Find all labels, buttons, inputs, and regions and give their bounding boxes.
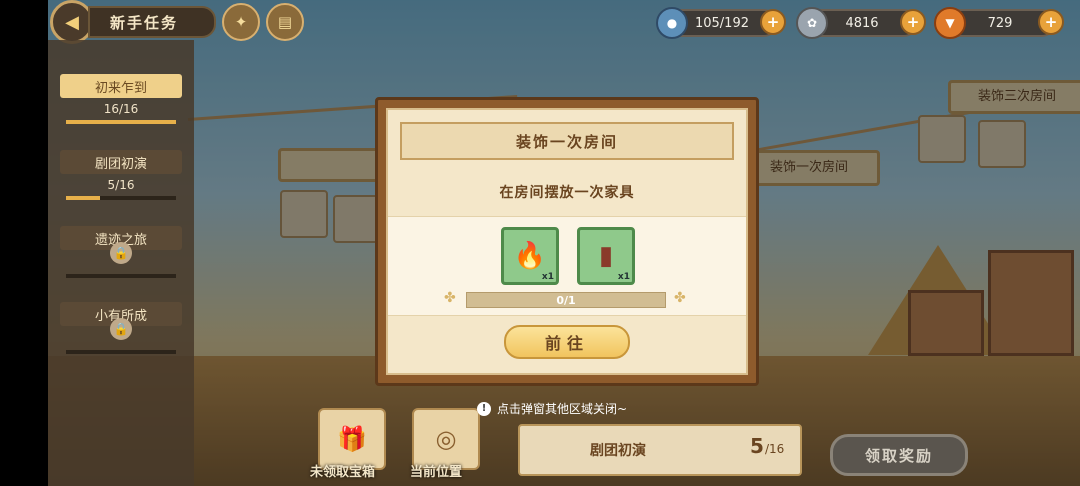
reward-band: 🔥 x1 ▮ x1 ✤ 0/1 ✤ bbox=[388, 216, 746, 316]
close-hint-text: 点击弹窗其他区域关闭~ bbox=[497, 402, 628, 416]
stage-progress-panel: 剧团初演 5 /16 bbox=[518, 424, 802, 476]
carrot-value: 729 bbox=[987, 15, 1013, 31]
stage-progress: 5 bbox=[750, 434, 764, 458]
lock-icon: 🔒 bbox=[110, 318, 132, 340]
coin-icon: ✿ bbox=[796, 7, 828, 39]
stage-total: /16 bbox=[765, 442, 785, 456]
sidebar-progress-bar bbox=[66, 350, 176, 354]
energy-plus-button[interactable]: + bbox=[760, 9, 786, 35]
stage-name: 剧团初演 bbox=[590, 443, 646, 459]
reward-item-torch[interactable]: 🔥 x1 bbox=[501, 227, 559, 285]
sidebar-progress-bar bbox=[66, 274, 176, 278]
sidebar-item-label: 剧团初演 bbox=[60, 150, 182, 174]
location-icon: ◎ bbox=[435, 425, 457, 453]
sidebar-progress-bar bbox=[66, 120, 176, 124]
close-hint: ! 点击弹窗其他区域关闭~ bbox=[477, 400, 627, 417]
carrot-counter: ▼ 729 + bbox=[934, 7, 1064, 39]
carrot-icon: ▼ bbox=[934, 7, 966, 39]
sidebar-item-progress: 5/16 bbox=[107, 178, 135, 192]
task-progress-bar: 0/1 bbox=[466, 292, 666, 308]
reward-qty: x1 bbox=[617, 272, 630, 282]
claim-reward-button[interactable]: 领取奖励 bbox=[830, 434, 968, 476]
totem-icon: ▮ bbox=[598, 241, 614, 271]
info-icon: ! bbox=[477, 401, 491, 416]
compass-icon[interactable]: ✦ bbox=[222, 3, 261, 41]
dialog-title: 装饰一次房间 bbox=[400, 122, 734, 160]
gift-icon: 🎁 bbox=[337, 425, 367, 453]
dialog-body: 装饰一次房间 在房间摆放一次家具 🔥 x1 ▮ x1 ✤ 0/1 ✤ 前往 bbox=[386, 108, 748, 375]
chest-label: 未领取宝箱 bbox=[310, 465, 376, 480]
top-bar: ◀ 新手任务 ✦ ▤ bbox=[50, 0, 305, 44]
coin-value: 4816 bbox=[845, 15, 879, 31]
energy-value: 105/192 bbox=[694, 15, 749, 31]
sidebar-item-chapter-4[interactable]: 小有所成 🔒 bbox=[56, 296, 186, 360]
dialog-description: 在房间摆放一次家具 bbox=[499, 185, 635, 201]
torch-icon: 🔥 bbox=[513, 241, 547, 271]
coin-counter: ✿ 4816 + bbox=[796, 7, 926, 39]
sidebar-item-chapter-2[interactable]: 剧团初演 5/16 bbox=[56, 144, 186, 208]
coin-plus-button[interactable]: + bbox=[900, 9, 926, 35]
sidebar-item-label: 初来乍到 bbox=[60, 74, 182, 98]
clover-icon: ✤ bbox=[674, 290, 686, 306]
reward-qty: x1 bbox=[541, 272, 554, 282]
energy-counter: ● 105/192 + bbox=[656, 7, 786, 39]
potion-icon: ● bbox=[656, 7, 688, 39]
location-label: 当前位置 bbox=[410, 465, 463, 480]
sidebar-item-progress: 16/16 bbox=[103, 102, 139, 116]
clover-icon: ✤ bbox=[444, 290, 456, 306]
go-button[interactable]: 前往 bbox=[504, 325, 630, 359]
carrot-plus-button[interactable]: + bbox=[1038, 9, 1064, 35]
chapter-sidebar: 初来乍到 16/16 剧团初演 5/16 遗迹之旅 🔒 小有所成 🔒 bbox=[48, 40, 194, 486]
page-title: 新手任务 bbox=[88, 6, 217, 38]
lock-icon: 🔒 bbox=[110, 242, 132, 264]
sidebar-item-chapter-1[interactable]: 初来乍到 16/16 bbox=[56, 68, 186, 132]
sidebar-progress-bar bbox=[66, 196, 176, 200]
sidebar-item-chapter-3[interactable]: 遗迹之旅 🔒 bbox=[56, 220, 186, 284]
task-dialog: 装饰一次房间 在房间摆放一次家具 🔥 x1 ▮ x1 ✤ 0/1 ✤ 前往 bbox=[375, 97, 759, 386]
book-icon[interactable]: ▤ bbox=[266, 3, 305, 41]
reward-item-totem[interactable]: ▮ x1 bbox=[577, 227, 635, 285]
